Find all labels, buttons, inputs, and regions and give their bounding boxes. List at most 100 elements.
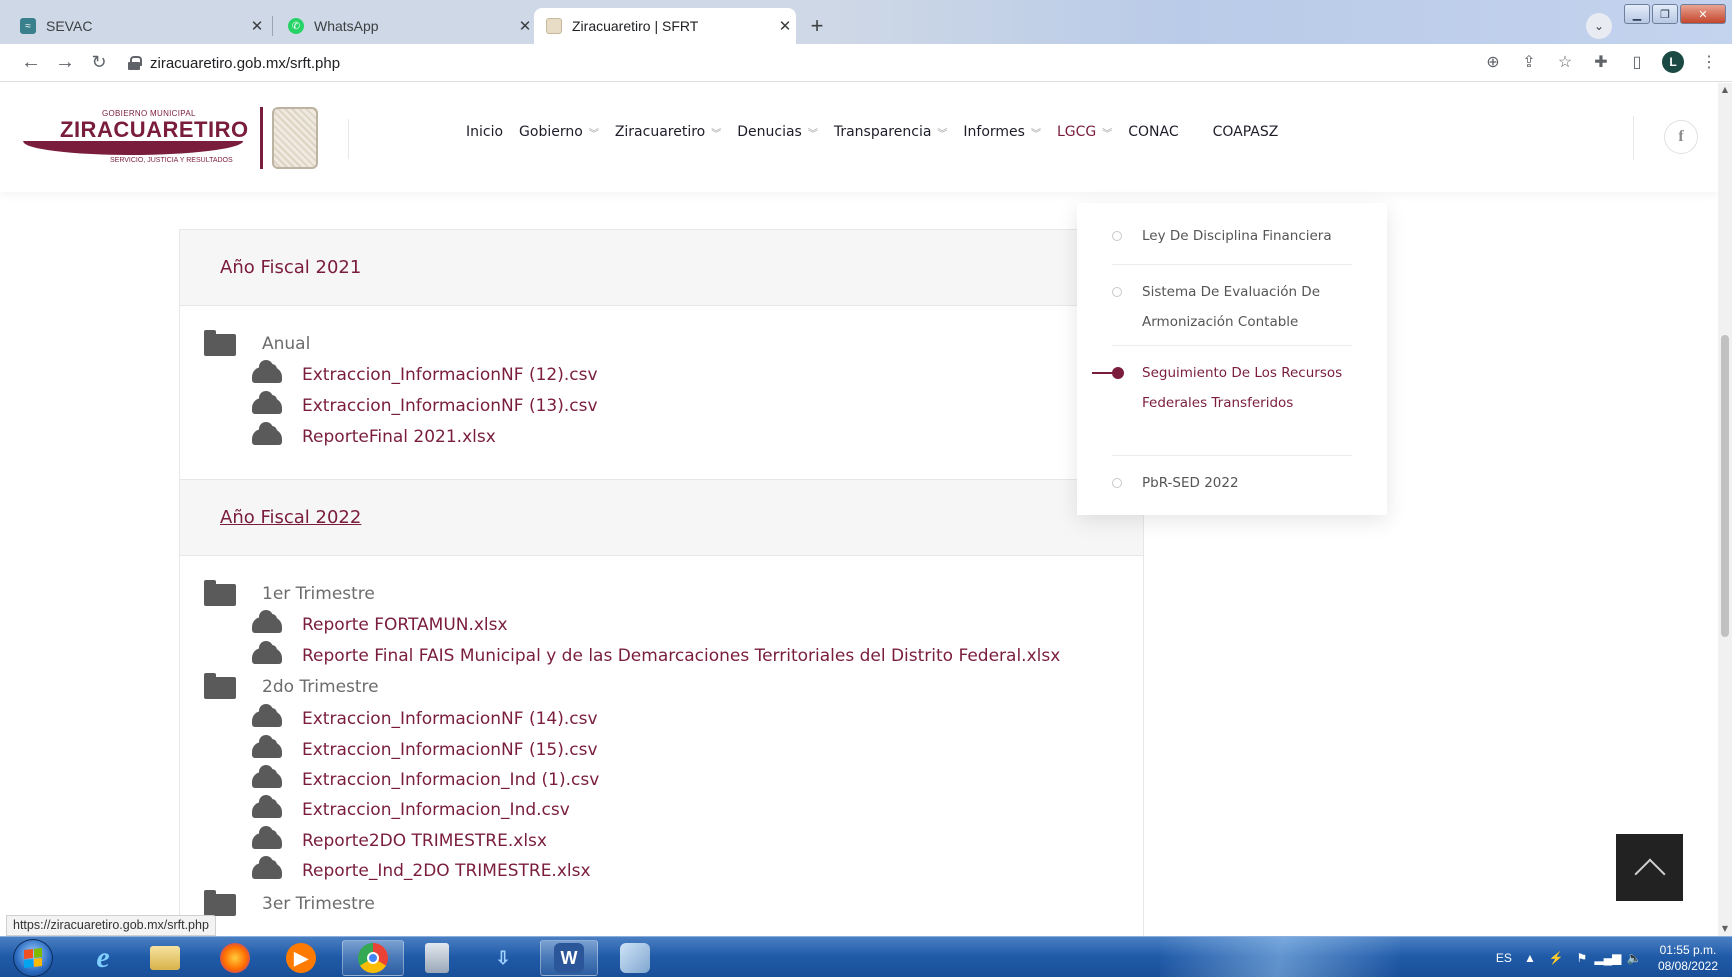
nav-item-informes[interactable]: Informes ︾	[963, 124, 1041, 140]
site-logo[interactable]: GOBIERNO MUNICIPAL ZIRACUARETIRO SERVICI…	[20, 107, 322, 173]
show-hidden-icons-arrow-icon[interactable]: ▲	[1522, 950, 1538, 966]
taskbar-chrome[interactable]	[342, 940, 404, 976]
folder-icon	[204, 330, 236, 356]
file-name: Reporte2DO TRIMESTRE.xlsx	[302, 831, 547, 851]
folder-icon	[204, 580, 236, 606]
file-name: Extraccion_InformacionNF (13).csv	[302, 396, 598, 416]
bookmark-star-icon[interactable]: ☆	[1554, 50, 1576, 74]
action-center-flag-icon[interactable]: ⚑	[1574, 950, 1590, 966]
folder-label: 1er Trimestre	[262, 584, 375, 604]
tab-separator	[272, 16, 273, 36]
back-button[interactable]: ←	[16, 51, 46, 74]
side-panel-icon[interactable]: ▯	[1626, 50, 1648, 74]
address-bar[interactable]: ziracuaretiro.gob.mx/srft.php	[128, 49, 340, 77]
fiscal-year-panel-2022: Año Fiscal 2022 1er Trimestre Reporte FO…	[179, 479, 1144, 936]
taskbar-clock[interactable]: 01:55 p.m. 08/08/2022	[1658, 942, 1718, 974]
chevron-down-icon: ︾	[807, 128, 818, 140]
media-player-icon: ▶	[286, 943, 316, 973]
folder-explorer-icon	[150, 946, 180, 970]
close-tab-icon[interactable]: ✕	[514, 17, 536, 35]
taskbar-calculator[interactable]	[408, 940, 466, 976]
nav-item-lgcg[interactable]: LGCG ︾	[1057, 124, 1112, 140]
nav-label: Gobierno	[519, 124, 583, 140]
taskbar-firefox[interactable]	[206, 940, 264, 976]
notes-app-icon	[620, 943, 650, 973]
taskbar-download[interactable]: ⇩	[474, 940, 532, 976]
nav-item-denucias[interactable]: Denucias ︾	[737, 124, 818, 140]
page-viewport: GOBIERNO MUNICIPAL ZIRACUARETIRO SERVICI…	[0, 83, 1732, 936]
dropdown-item-label: Seguimiento De Los Recursos Federales Tr…	[1142, 365, 1343, 411]
start-button[interactable]	[13, 939, 53, 977]
scroll-down-arrow-icon[interactable]: ▼	[1718, 922, 1732, 936]
nav-item-transparencia[interactable]: Transparencia ︾	[834, 124, 948, 140]
scrollbar-thumb[interactable]	[1721, 335, 1729, 637]
close-tab-icon[interactable]: ✕	[774, 17, 796, 35]
tab-title: SEVAC	[46, 18, 93, 34]
volume-icon[interactable]: 🔈	[1626, 950, 1642, 966]
kebab-menu-icon[interactable]: ⋮	[1698, 50, 1720, 74]
tab-ziracuaretiro[interactable]: Ziracuaretiro | SFRT ✕	[534, 8, 796, 44]
file-name: Reporte_Ind_2DO TRIMESTRE.xlsx	[302, 861, 591, 881]
share-icon[interactable]: ⇪	[1518, 50, 1540, 74]
file-name: Extraccion_InformacionNF (12).csv	[302, 365, 598, 385]
taskbar-word[interactable]: W	[540, 940, 598, 976]
browser-toolbar: ← → ↻ ziracuaretiro.gob.mx/srft.php ⊕ ⇪ …	[0, 44, 1732, 82]
tab-sevac[interactable]: ≈ SEVAC ✕	[8, 8, 268, 44]
clock-time: 01:55 p.m.	[1659, 942, 1717, 957]
nav-item-gobierno[interactable]: Gobierno ︾	[519, 124, 599, 140]
panel-header[interactable]: Año Fiscal 2021	[180, 230, 1143, 306]
file-name: ReporteFinal 2021.xlsx	[302, 427, 496, 447]
zoom-icon[interactable]: ⊕	[1482, 50, 1504, 74]
profile-avatar[interactable]: L	[1662, 51, 1684, 73]
nav-item-inicio[interactable]: Inicio	[466, 124, 503, 140]
taskbar-file-explorer[interactable]	[136, 940, 194, 976]
tab-title: Ziracuaretiro | SFRT	[572, 18, 699, 34]
forward-button[interactable]: →	[50, 51, 80, 74]
nav-item-ziracuaretiro[interactable]: Ziracuaretiro ︾	[615, 124, 721, 140]
extensions-puzzle-icon[interactable]: ✚	[1590, 50, 1612, 74]
clock-date: 08/08/2022	[1657, 958, 1718, 973]
logo-name: ZIRACUARETIRO	[60, 117, 249, 142]
file-name: Extraccion_Informacion_Ind (1).csv	[302, 770, 600, 790]
minimize-button[interactable]: ▁	[1624, 4, 1650, 24]
file-name: Extraccion_InformacionNF (14).csv	[302, 709, 598, 729]
taskbar-media-player[interactable]: ▶	[272, 940, 330, 976]
taskbar-internet-explorer[interactable]: e	[74, 940, 132, 976]
facebook-icon[interactable]: f	[1664, 120, 1698, 154]
scroll-up-arrow-icon[interactable]: ▲	[1718, 83, 1732, 97]
toolbar-actions: ⊕ ⇪ ☆ ✚ ▯ L ⋮	[1482, 50, 1720, 74]
cloud-download-icon	[252, 641, 282, 664]
firefox-icon	[220, 943, 250, 973]
taskbar-notes[interactable]	[606, 940, 664, 976]
taskbar-glow	[1160, 937, 1400, 977]
close-tab-icon[interactable]: ✕	[246, 17, 268, 35]
chevron-down-icon: ︾	[1030, 128, 1041, 140]
main-nav: Inicio Gobierno ︾ Ziracuaretiro ︾ Denucias…	[466, 124, 1294, 140]
nav-item-conac[interactable]: CONAC	[1128, 124, 1178, 140]
word-icon: W	[554, 943, 584, 973]
tab-whatsapp[interactable]: ✆ WhatsApp ✕	[276, 8, 536, 44]
network-device-icon[interactable]: ⚡	[1548, 950, 1564, 966]
menu-divider	[1112, 264, 1352, 265]
new-tab-button[interactable]: +	[804, 13, 830, 39]
calculator-icon	[425, 943, 449, 973]
nav-item-coapasz[interactable]: COAPASZ	[1213, 124, 1279, 140]
language-indicator[interactable]: ES	[1496, 951, 1512, 965]
tab-search-button[interactable]: ⌄	[1586, 13, 1612, 39]
bullet-circle-icon	[1112, 231, 1122, 241]
panel-header[interactable]: Año Fiscal 2022	[180, 480, 1143, 556]
cloud-download-icon	[252, 795, 282, 818]
windows-logo-icon	[24, 948, 42, 968]
back-to-top-button[interactable]	[1616, 834, 1683, 901]
page-scrollbar[interactable]: ▲ ▼	[1718, 83, 1732, 936]
signal-bars-icon[interactable]: ▂▄▆	[1594, 950, 1621, 966]
folder-label: Anual	[262, 334, 311, 354]
reload-button[interactable]: ↻	[84, 52, 114, 73]
close-window-button[interactable]: ✕	[1680, 4, 1726, 24]
nav-label: Informes	[963, 124, 1025, 140]
restore-button[interactable]: ❐	[1652, 4, 1678, 24]
internet-explorer-icon: e	[96, 941, 110, 974]
lgcg-dropdown-menu: Ley De Disciplina Financiera Sistema De …	[1077, 203, 1387, 515]
menu-divider	[1112, 345, 1352, 346]
dropdown-item-label: Ley De Disciplina Financiera	[1142, 228, 1332, 244]
